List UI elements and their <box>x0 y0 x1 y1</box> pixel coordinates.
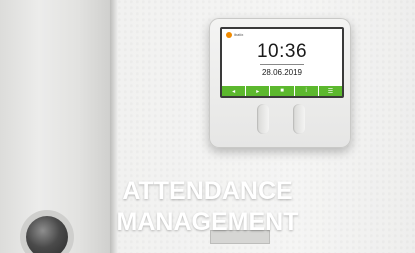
clock-date: 28.06.2019 <box>261 68 303 77</box>
card-reader-left <box>257 104 269 134</box>
terminal-button-bar: ◂ ▸ ■ i ☰ <box>222 86 343 96</box>
card-reader-right <box>293 104 305 134</box>
terminal-brand: ibatix <box>226 31 243 38</box>
terminal-screen: ibatix 10:36 28.06.2019 ◂ ▸ ■ i ☰ <box>220 27 344 98</box>
brand-logo-icon <box>226 31 232 38</box>
terminal-button: ☰ <box>318 86 343 96</box>
caption: ATTENDANCE MANAGEMENT <box>0 176 415 238</box>
clock-time: 10:36 <box>256 41 308 62</box>
terminal-button: ■ <box>270 86 294 96</box>
caption-line-2: MANAGEMENT <box>116 208 299 236</box>
terminal-button: ◂ <box>222 86 246 96</box>
caption-line-1: ATTENDANCE <box>122 177 293 205</box>
brand-text: ibatix <box>234 32 244 37</box>
terminal-button: ▸ <box>246 86 270 96</box>
attendance-photo: ibatix 10:36 28.06.2019 ◂ ▸ ■ i ☰ ATTEND… <box>0 0 415 253</box>
time-clock-terminal: ibatix 10:36 28.06.2019 ◂ ▸ ■ i ☰ <box>209 18 351 148</box>
divider <box>260 64 304 65</box>
terminal-button: i <box>294 86 318 96</box>
